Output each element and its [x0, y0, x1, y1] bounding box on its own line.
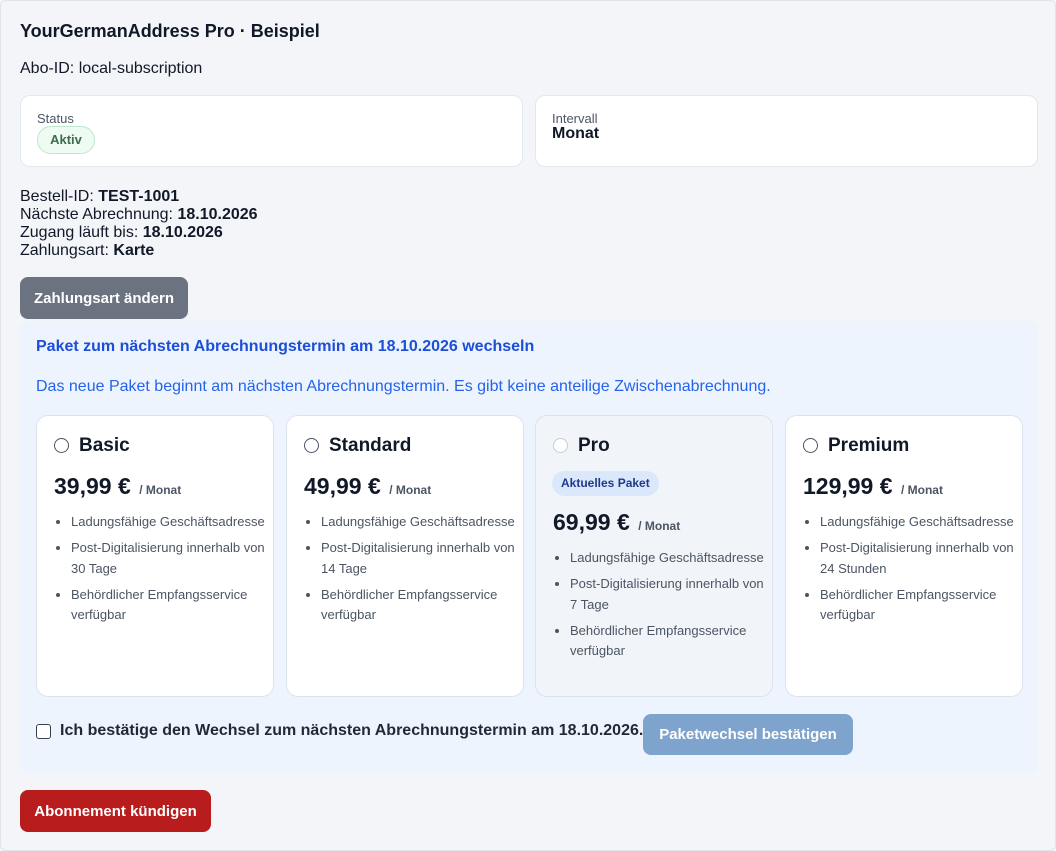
plan-change-section: Paket zum nächsten Abrechnungstermin am … — [20, 321, 1038, 773]
plan-card-premium[interactable]: Premium 129,99 € / Monat Ladungsfähige G… — [785, 415, 1023, 697]
plan-features: Ladungsfähige Geschäftsadresse Post-Digi… — [553, 548, 766, 667]
order-id-label: Bestell-ID: — [20, 188, 94, 205]
plan-radio-pro — [553, 438, 568, 453]
plan-feature: Post-Digitalisierung innerhalb von 30 Ta… — [71, 538, 267, 579]
plan-price-row: 39,99 € / Monat — [54, 473, 181, 500]
page-title: YourGermanAddress Pro · Beispiel — [20, 21, 320, 41]
plan-name: Basic — [79, 435, 130, 456]
subscription-details: Bestell-ID: TEST-1001 Nächste Abrechnung… — [20, 188, 258, 260]
interval-value: Monat — [552, 125, 600, 142]
payment-method-value: Karte — [113, 242, 155, 259]
confirm-plan-change-button[interactable]: Paketwechsel bestätigen — [643, 714, 853, 755]
subscription-id: Abo-ID: local-subscription — [20, 60, 202, 78]
plan-period: / Monat — [900, 483, 943, 497]
plan-name: Pro — [578, 435, 610, 456]
next-billing-label: Nächste Abrechnung: — [20, 206, 173, 223]
plan-feature: Behördlicher Empfangsservice verfügbar — [820, 585, 1016, 626]
plan-period: / Monat — [389, 483, 432, 497]
plan-price-row: 69,99 € / Monat — [553, 509, 680, 536]
plan-feature: Behördlicher Empfangsservice verfügbar — [321, 585, 517, 626]
plan-price: 39,99 € — [54, 473, 131, 499]
subscription-panel: YourGermanAddress Pro · Beispiel Abo-ID:… — [0, 0, 1056, 851]
status-label: Status — [37, 111, 74, 126]
plan-feature: Behördlicher Empfangsservice verfügbar — [570, 621, 766, 662]
plan-period: / Monat — [638, 519, 681, 533]
access-until-value: 18.10.2026 — [142, 224, 223, 241]
plan-change-title: Paket zum nächsten Abrechnungstermin am … — [36, 338, 535, 355]
plan-price-row: 129,99 € / Monat — [803, 473, 943, 500]
plan-features: Ladungsfähige Geschäftsadresse Post-Digi… — [304, 512, 517, 631]
payment-method-row: Zahlungsart: Karte — [20, 242, 258, 260]
change-payment-button[interactable]: Zahlungsart ändern — [20, 277, 188, 319]
status-card: Status Aktiv — [20, 95, 523, 167]
plan-price: 49,99 € — [304, 473, 381, 499]
plan-radio-standard[interactable] — [304, 438, 319, 453]
confirm-checkbox[interactable] — [36, 724, 51, 739]
order-id-value: TEST-1001 — [98, 188, 180, 205]
plan-change-note: Das neue Paket beginnt am nächsten Abrec… — [36, 378, 771, 395]
plan-feature: Behördlicher Empfangsservice verfügbar — [71, 585, 267, 626]
plan-card-pro: Pro Aktuelles Paket 69,99 € / Monat Ladu… — [535, 415, 773, 697]
order-id-row: Bestell-ID: TEST-1001 — [20, 188, 258, 206]
cancel-subscription-button[interactable]: Abonnement kündigen — [20, 790, 211, 832]
status-badge: Aktiv — [37, 126, 95, 154]
plan-card-basic[interactable]: Basic 39,99 € / Monat Ladungsfähige Gesc… — [36, 415, 274, 697]
next-billing-row: Nächste Abrechnung: 18.10.2026 — [20, 206, 258, 224]
plan-period: / Monat — [139, 483, 182, 497]
plan-feature: Post-Digitalisierung innerhalb von 24 St… — [820, 538, 1016, 579]
subscription-id-value: local-subscription — [78, 60, 203, 77]
plan-name: Standard — [329, 435, 412, 456]
next-billing-value: 18.10.2026 — [177, 206, 258, 223]
subscription-id-label: Abo-ID: — [20, 60, 75, 77]
access-until-row: Zugang läuft bis: 18.10.2026 — [20, 224, 258, 242]
confirm-checkbox-label[interactable]: Ich bestätige den Wechsel zum nächsten A… — [60, 722, 643, 740]
plan-feature: Ladungsfähige Geschäftsadresse — [820, 512, 1016, 533]
plan-feature: Ladungsfähige Geschäftsadresse — [321, 512, 517, 533]
plan-price: 69,99 € — [553, 509, 630, 535]
plan-name: Premium — [828, 435, 910, 456]
plan-feature: Ladungsfähige Geschäftsadresse — [570, 548, 766, 569]
plan-feature: Ladungsfähige Geschäftsadresse — [71, 512, 267, 533]
plan-radio-basic[interactable] — [54, 438, 69, 453]
plan-radio-premium[interactable] — [803, 438, 818, 453]
plan-price-row: 49,99 € / Monat — [304, 473, 431, 500]
plan-price: 129,99 € — [803, 473, 893, 499]
plan-card-standard[interactable]: Standard 49,99 € / Monat Ladungsfähige G… — [286, 415, 524, 697]
interval-label: Intervall — [552, 111, 598, 126]
current-plan-badge: Aktuelles Paket — [552, 471, 659, 496]
plan-features: Ladungsfähige Geschäftsadresse Post-Digi… — [54, 512, 267, 631]
plan-feature: Post-Digitalisierung innerhalb von 14 Ta… — [321, 538, 517, 579]
access-until-label: Zugang läuft bis: — [20, 224, 139, 241]
interval-card: Intervall Monat — [535, 95, 1038, 167]
plan-features: Ladungsfähige Geschäftsadresse Post-Digi… — [803, 512, 1016, 631]
plan-feature: Post-Digitalisierung innerhalb von 7 Tag… — [570, 574, 766, 615]
payment-method-label: Zahlungsart: — [20, 242, 109, 259]
